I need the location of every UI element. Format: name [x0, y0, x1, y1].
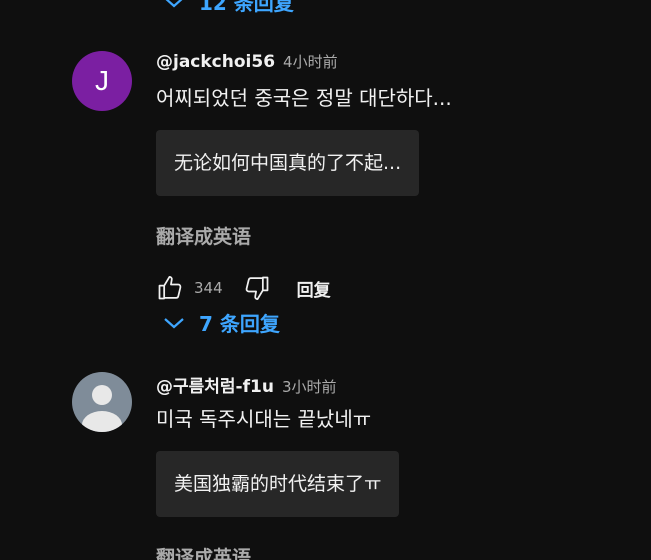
avatar[interactable]	[72, 372, 132, 432]
translate-to-english-button[interactable]: 翻译成英语	[156, 543, 626, 560]
comment-time[interactable]: 3小时前	[282, 376, 337, 397]
comment-item: @구름처럼-f1u 3小时前 미국 독주시대는 끝났네ㅠ 美国独霸的时代结束了ㅠ…	[72, 372, 632, 560]
translation-box: 无论如何中国真的了不起...	[156, 130, 420, 196]
avatar-letter: J	[72, 51, 132, 111]
avatar[interactable]: J	[72, 51, 132, 111]
comment-meta: @구름처럼-f1u 3小时前	[156, 372, 626, 397]
chevron-down-icon	[166, 0, 182, 7]
comment-thread: 12 条回复 J @jackchoi56 4小时前 어찌되었던 중국은 정말 대…	[0, 0, 651, 560]
reply-button[interactable]: 回复	[297, 276, 331, 301]
comment-item: J @jackchoi56 4小时前 어찌되었던 중국은 정말 대단하다... …	[72, 51, 632, 351]
translation-box: 美国独霸的时代结束了ㅠ	[156, 451, 400, 517]
translate-to-english-button[interactable]: 翻译成英语	[156, 222, 626, 249]
replies-toggle[interactable]: 7 条回复	[163, 308, 280, 337]
dislike-button[interactable]	[243, 274, 271, 302]
comment-author[interactable]: @jackchoi56	[156, 52, 275, 72]
comment-body: @jackchoi56 4小时前 어찌되었던 중국은 정말 대단하다... 无论…	[156, 51, 626, 303]
replies-toggle-top[interactable]: 12 条回复	[163, 0, 294, 16]
comment-text: 어찌되었던 중국은 정말 대단하다...	[156, 86, 452, 110]
comment-author[interactable]: @구름처럼-f1u	[156, 372, 274, 397]
replies-count-label: 12 条回复	[199, 0, 294, 15]
thumb-down-icon	[245, 276, 269, 300]
comment-meta: @jackchoi56 4小时前	[156, 51, 626, 75]
like-count: 344	[194, 279, 223, 297]
like-button[interactable]	[156, 274, 184, 302]
comment-body: @구름처럼-f1u 3小时前 미국 독주시대는 끝났네ㅠ 美国独霸的时代结束了ㅠ…	[156, 372, 626, 560]
replies-count-label: 7 条回复	[199, 312, 280, 336]
chevron-down-icon	[164, 317, 184, 328]
comment-text: 미국 독주시대는 끝났네ㅠ	[156, 407, 372, 431]
thumb-up-icon	[158, 276, 182, 300]
comment-time[interactable]: 4小时前	[283, 51, 338, 72]
default-avatar-icon	[72, 372, 132, 432]
comment-actions: 344 回复	[156, 273, 626, 303]
